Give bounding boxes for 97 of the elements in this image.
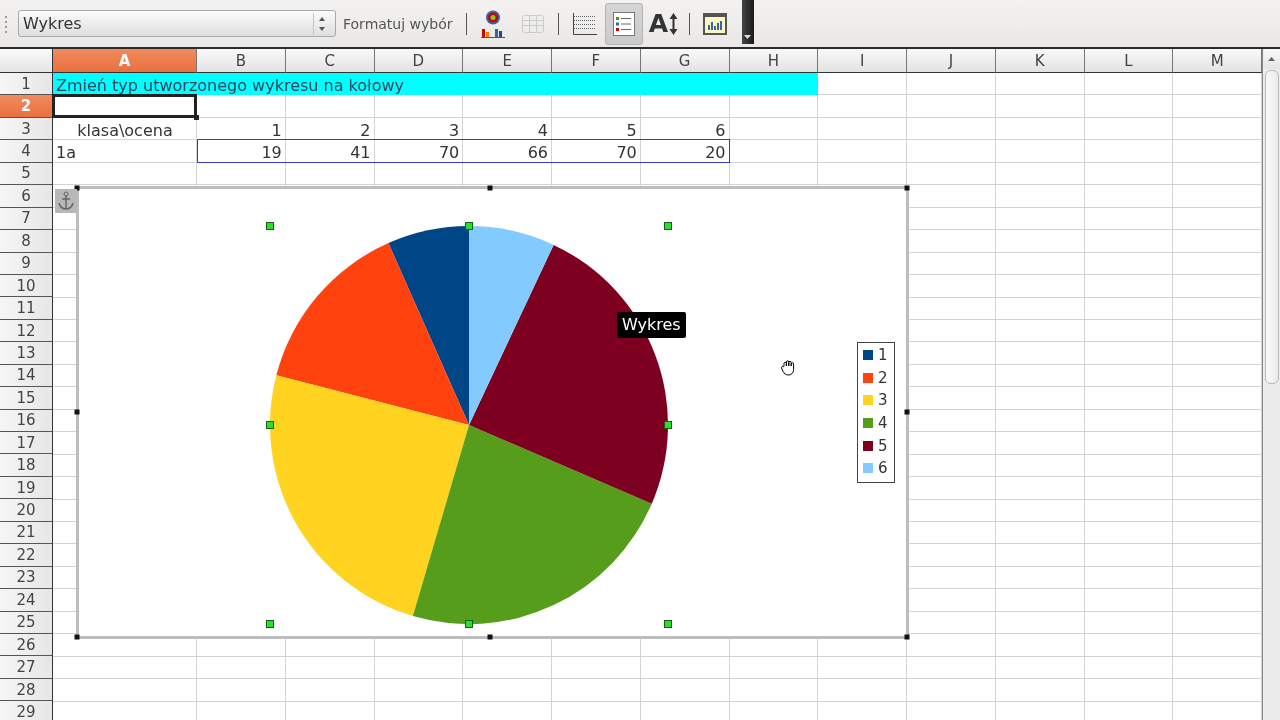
handle-icon[interactable]: [904, 634, 910, 640]
handle-icon[interactable]: [664, 421, 672, 429]
vertical-scrollbar[interactable]: [1262, 49, 1280, 720]
caret-icon: [744, 35, 751, 39]
legend-label: 1: [878, 346, 888, 365]
row-header[interactable]: 16: [0, 409, 53, 432]
select-all-corner[interactable]: [0, 49, 53, 73]
row-header[interactable]: 6: [0, 185, 53, 208]
handle-icon[interactable]: [266, 620, 274, 628]
active-cell[interactable]: [52, 94, 197, 118]
cell-text: 3: [449, 120, 460, 140]
row-header[interactable]: 1: [0, 73, 53, 96]
cell-text: 1a: [56, 143, 76, 163]
column-header[interactable]: K: [995, 49, 1085, 73]
chart-element-select[interactable]: Wykres: [18, 10, 336, 37]
handle-icon[interactable]: [465, 222, 473, 230]
anchor-icon: [55, 189, 77, 213]
row-header[interactable]: 8: [0, 230, 53, 253]
handle-icon[interactable]: [904, 185, 910, 191]
handle-icon[interactable]: [266, 222, 274, 230]
handle-icon[interactable]: [487, 634, 493, 640]
scrollbar-thumb[interactable]: [1264, 70, 1279, 384]
chart-window-icon: [701, 11, 728, 36]
cell-text: 70: [438, 143, 460, 163]
toolbar-overflow-button[interactable]: [741, 0, 754, 44]
up-down-arrow-icon: [669, 11, 679, 36]
cell-text: klasa\ocena: [77, 120, 173, 140]
row-header[interactable]: 27: [0, 656, 53, 679]
cell-text: 5: [626, 120, 637, 140]
column-header[interactable]: F: [552, 49, 641, 73]
scroll-up-button[interactable]: [1263, 49, 1280, 69]
row-header[interactable]: 29: [0, 701, 53, 720]
column-header[interactable]: L: [1084, 49, 1174, 73]
cell-text: 41: [350, 143, 371, 163]
scale-text-button[interactable]: A: [644, 2, 683, 45]
row-header[interactable]: 21: [0, 521, 53, 545]
column-header[interactable]: H: [729, 49, 819, 73]
column-header[interactable]: I: [818, 49, 907, 73]
cell-text: 20: [705, 143, 726, 163]
handle-icon[interactable]: [74, 634, 80, 640]
legend-label: 4: [878, 414, 888, 433]
row-header[interactable]: 20: [0, 499, 53, 522]
handle-icon[interactable]: [487, 185, 493, 191]
chart-tooltip: Wykres: [617, 312, 686, 338]
handle-icon[interactable]: [266, 421, 274, 429]
column-header[interactable]: C: [285, 49, 375, 73]
row-header[interactable]: 15: [0, 387, 53, 410]
row-header[interactable]: 24: [0, 589, 53, 612]
chart-legend[interactable]: 1 2 3 4 5 6: [857, 342, 895, 483]
row-header[interactable]: 12: [0, 319, 53, 343]
row-header[interactable]: 23: [0, 566, 53, 590]
cell-text: 66: [527, 143, 548, 163]
handle-icon[interactable]: [904, 409, 910, 415]
row-header[interactable]: 25: [0, 611, 53, 634]
cell-text: 4: [537, 120, 548, 140]
cell-text: 2: [360, 120, 371, 140]
row-header[interactable]: 19: [0, 476, 53, 500]
cell-text: 1: [271, 120, 282, 140]
row-header[interactable]: 9: [0, 252, 53, 275]
grid-lines-icon: [570, 11, 597, 36]
handle-icon[interactable]: [664, 222, 672, 230]
row-header[interactable]: 7: [0, 207, 53, 231]
row-header[interactable]: 28: [0, 678, 53, 702]
fill-handle-icon[interactable]: [194, 114, 199, 120]
row-header[interactable]: 10: [0, 274, 53, 298]
legend-label: 6: [878, 459, 888, 478]
chart-icon: [479, 9, 506, 38]
row-header[interactable]: 13: [0, 342, 53, 365]
handle-icon[interactable]: [465, 620, 473, 628]
legend-label: 2: [878, 368, 888, 387]
row-header[interactable]: 5: [0, 162, 53, 186]
cell-text: 19: [261, 143, 282, 163]
column-header[interactable]: E: [463, 49, 552, 73]
column-header[interactable]: D: [374, 49, 464, 73]
cell-text: 70: [616, 143, 637, 163]
grip-icon: [4, 14, 10, 33]
column-header[interactable]: M: [1173, 49, 1262, 73]
handle-icon[interactable]: [74, 409, 80, 415]
row-header[interactable]: 22: [0, 544, 53, 567]
cell-text: 6: [715, 120, 726, 140]
row-header[interactable]: 18: [0, 454, 53, 477]
legend-label: 3: [878, 391, 888, 410]
row-header[interactable]: 11: [0, 297, 53, 320]
row-header[interactable]: 14: [0, 364, 53, 388]
format-selection-button[interactable]: Formatuj wybór: [343, 10, 453, 37]
row-header[interactable]: 26: [0, 633, 53, 657]
column-header[interactable]: G: [640, 49, 730, 73]
legend-button[interactable]: [604, 2, 643, 45]
row-header[interactable]: 3: [0, 117, 53, 141]
column-header[interactable]: J: [907, 49, 996, 73]
column-header[interactable]: B: [197, 49, 286, 73]
arrow-up-icon: [1268, 57, 1275, 61]
row-header[interactable]: 4: [0, 140, 53, 163]
legend-label: 5: [878, 436, 888, 455]
row-header[interactable]: 17: [0, 432, 53, 455]
bullet-list-icon: [610, 10, 637, 37]
handle-icon[interactable]: [664, 620, 672, 628]
